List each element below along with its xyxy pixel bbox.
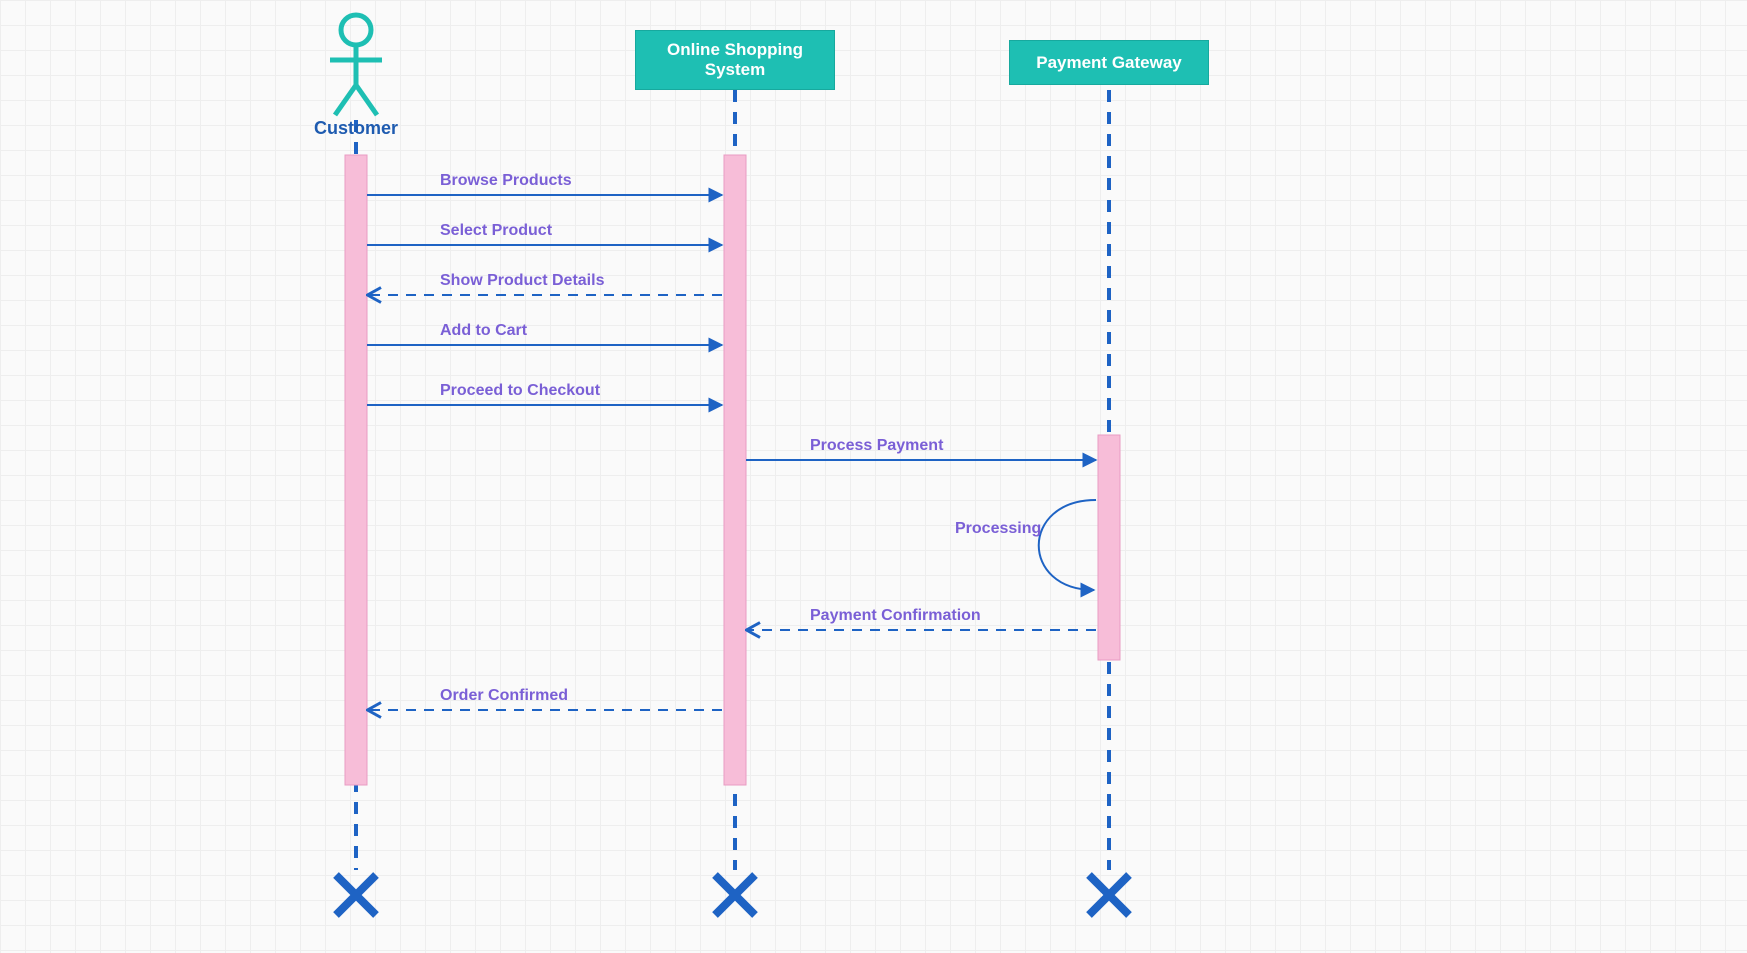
msg-label: Processing — [955, 520, 1041, 538]
actor-label-customer: Customer — [306, 118, 406, 139]
msg-arrow-self — [1039, 500, 1096, 590]
msg-label: Proceed to Checkout — [440, 382, 600, 400]
msg-label: Browse Products — [440, 172, 572, 190]
activation-system — [724, 155, 746, 785]
msg-label: Show Product Details — [440, 272, 604, 290]
destruction-icon — [715, 875, 755, 915]
participant-label: Online Shopping System — [646, 40, 824, 80]
msg-label: Order Confirmed — [440, 687, 568, 705]
destruction-icon — [336, 875, 376, 915]
destruction-icon — [1089, 875, 1129, 915]
activation-gateway — [1098, 435, 1120, 660]
msg-label: Payment Confirmation — [810, 607, 981, 625]
msg-label: Select Product — [440, 222, 552, 240]
actor-icon — [330, 15, 382, 115]
participant-box-system: Online Shopping System — [635, 30, 835, 90]
sequence-diagram-canvas — [0, 0, 1747, 953]
participant-box-gateway: Payment Gateway — [1009, 40, 1209, 85]
msg-label: Process Payment — [810, 437, 943, 455]
activation-customer — [345, 155, 367, 785]
msg-label: Add to Cart — [440, 322, 527, 340]
participant-label: Payment Gateway — [1036, 53, 1182, 73]
